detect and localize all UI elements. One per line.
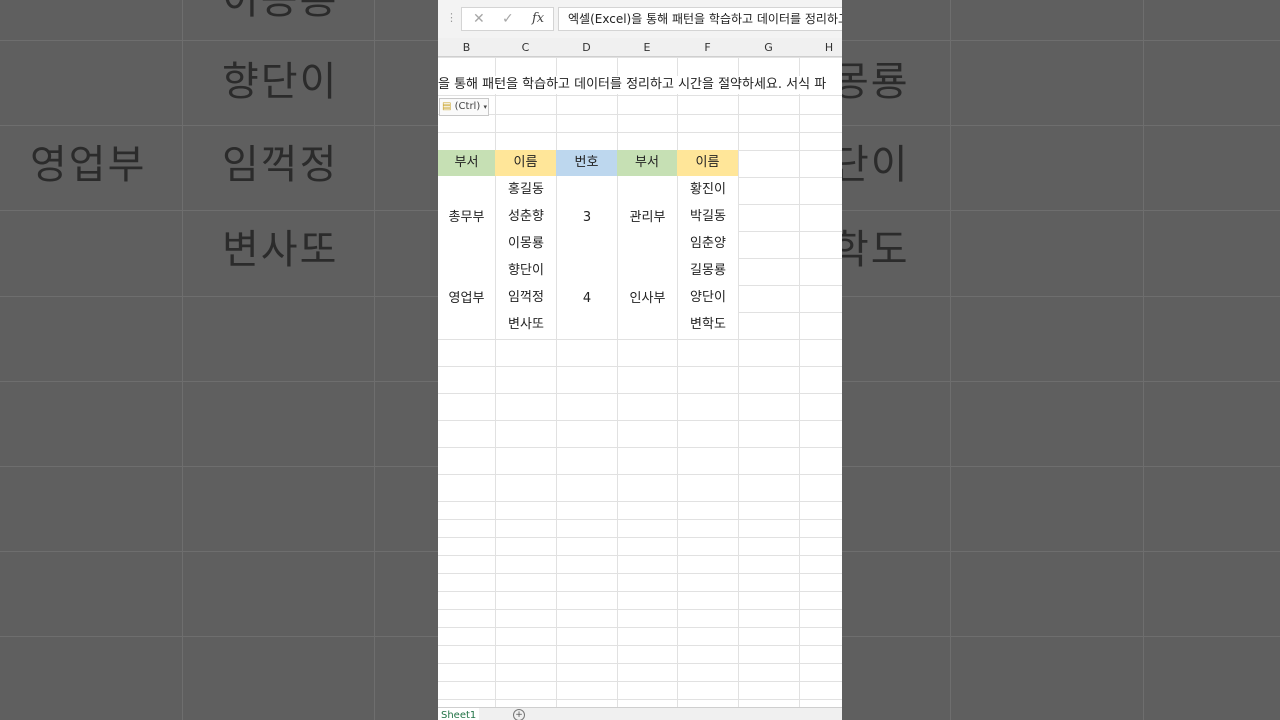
drag-handle-icon[interactable]: ⋮: [446, 11, 457, 24]
merged-dept2-cell[interactable]: 관리부: [618, 177, 677, 258]
enter-icon[interactable]: ✓: [502, 11, 514, 27]
gridline: [438, 645, 842, 646]
table-header-name[interactable]: 이름: [495, 150, 556, 176]
name-cell[interactable]: 임꺽정: [496, 285, 556, 311]
gridline: [438, 699, 842, 700]
column-header[interactable]: D: [556, 38, 617, 57]
table-header-name2[interactable]: 이름: [677, 150, 738, 176]
merged-number-cell[interactable]: 3: [557, 177, 617, 258]
merged-dept2-cell[interactable]: 인사부: [618, 258, 677, 339]
name-cell[interactable]: 변사또: [496, 312, 556, 338]
gridline: [438, 95, 842, 96]
gridline: [438, 591, 842, 592]
gridline: [438, 501, 842, 502]
bg-gridline: [950, 0, 951, 720]
gridline: [438, 681, 842, 682]
name2-cell[interactable]: 길몽룡: [678, 258, 738, 284]
overflow-text-cell[interactable]: 을 통해 패턴을 학습하고 데이터를 정리하고 시간을 절약하세요. 서식 파: [438, 76, 842, 94]
name2-cell[interactable]: 황진이: [678, 177, 738, 203]
name-cell[interactable]: 홍길동: [496, 177, 556, 203]
gridline: [438, 573, 842, 574]
table-header-number[interactable]: 번호: [556, 150, 617, 176]
merged-number-cell[interactable]: 4: [557, 258, 617, 339]
table-header-dept2[interactable]: 부서: [617, 150, 677, 176]
bg-text: 향단이: [222, 59, 339, 105]
formula-buttons: ✕ ✓ fx: [461, 7, 554, 31]
formula-bar: ⋮ ✕ ✓ fx 엑셀(Excel)을 통해 패턴을 학습하고 데이터를 정리하…: [438, 0, 842, 38]
gridline: [438, 627, 842, 628]
column-header[interactable]: E: [617, 38, 677, 57]
bg-text: 이몽룡: [222, 0, 339, 23]
merged-dept-cell[interactable]: 총무부: [438, 177, 495, 258]
name-cell[interactable]: 향단이: [496, 258, 556, 284]
gridline: [438, 339, 842, 340]
gridline: [438, 474, 842, 475]
bg-text: 임꺽정: [222, 142, 339, 188]
bg-text: 단이: [832, 142, 910, 188]
column-header[interactable]: G: [738, 38, 799, 57]
gridline: [438, 114, 842, 115]
gridline: [438, 420, 842, 421]
spreadsheet-pane: ⋮ ✕ ✓ fx 엑셀(Excel)을 통해 패턴을 학습하고 데이터를 정리하…: [438, 0, 842, 720]
gridline: [438, 366, 842, 367]
bg-gridline: [182, 0, 183, 720]
gridline: [438, 519, 842, 520]
name2-cell[interactable]: 박길동: [678, 204, 738, 230]
name2-cell[interactable]: 변학도: [678, 312, 738, 338]
paste-options-button[interactable]: ▤ (Ctrl) ▾: [439, 98, 489, 116]
gridline: [438, 663, 842, 664]
column-header[interactable]: H: [799, 38, 842, 57]
bg-text: 몽룡: [832, 59, 910, 105]
cancel-icon[interactable]: ✕: [473, 11, 485, 27]
bg-gridline: [374, 0, 375, 720]
merged-dept-cell[interactable]: 영업부: [438, 258, 495, 339]
column-header[interactable]: C: [495, 38, 556, 57]
add-sheet-icon[interactable]: +: [513, 709, 525, 720]
chevron-down-icon: ▾: [483, 103, 487, 111]
function-icon[interactable]: fx: [532, 11, 544, 26]
gridline: [438, 393, 842, 394]
column-header[interactable]: B: [438, 38, 495, 57]
column-headers: B C D E F G H: [438, 38, 842, 57]
sheet-tab-bar: Sheet1 +: [438, 707, 842, 720]
name-cell[interactable]: 이몽룡: [496, 231, 556, 257]
gridline: [438, 447, 842, 448]
name2-cell[interactable]: 임춘양: [678, 231, 738, 257]
bg-text: 영업부: [30, 142, 147, 188]
bg-text: 변사또: [222, 227, 339, 273]
paste-options-label: (Ctrl): [454, 101, 481, 112]
bg-text: 학도: [832, 227, 910, 273]
name2-cell[interactable]: 양단이: [678, 285, 738, 311]
gridline: [438, 609, 842, 610]
table-header-dept[interactable]: 부서: [438, 150, 495, 176]
column-header[interactable]: F: [677, 38, 738, 57]
gridline: [438, 132, 842, 133]
name-cell[interactable]: 성춘향: [496, 204, 556, 230]
gridline: [438, 57, 842, 58]
gridline: [438, 537, 842, 538]
bg-gridline: [1143, 0, 1144, 720]
gridline: [438, 555, 842, 556]
sheet-tab-active[interactable]: Sheet1: [438, 708, 480, 720]
clipboard-icon: ▤: [442, 101, 452, 112]
formula-input[interactable]: 엑셀(Excel)을 통해 패턴을 학습하고 데이터를 정리하고: [558, 7, 842, 31]
